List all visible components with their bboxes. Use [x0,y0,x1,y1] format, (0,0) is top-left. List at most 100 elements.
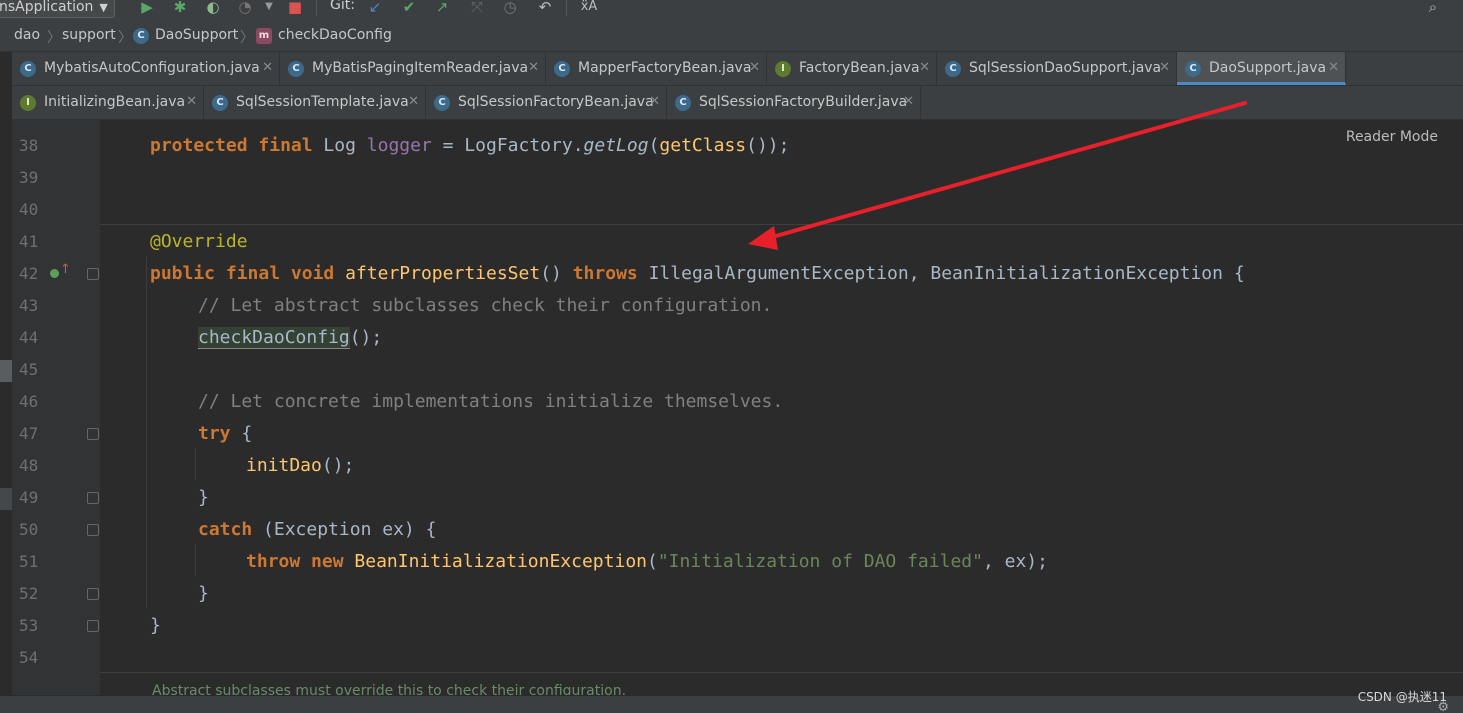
tab-mybatisautoconfiguration[interactable]: C MybatisAutoConfiguration.java ✕ [12,52,280,85]
run-configuration-dropdown[interactable]: nsApplication ▼ [0,0,115,18]
tab-label: MapperFactoryBean.java [578,60,752,76]
breadcrumb: dao 〉 support 〉 C DaoSupport 〉 m checkDa… [0,18,1463,52]
close-icon[interactable]: ✕ [262,60,273,75]
javadoc-hint: Abstract subclasses must override this t… [152,683,627,695]
line-number: 40 [19,200,39,219]
tab-sqlsessionfactorybuilder[interactable]: C SqlSessionFactoryBuilder.java ✕ [667,86,921,119]
fold-toggle[interactable] [87,524,99,536]
method-name: getClass [659,135,747,156]
class-icon: C [20,61,36,77]
constructor-name: BeanInitializationException [354,551,647,572]
chevron-right-icon: 〉 [47,30,61,46]
close-icon[interactable]: ✕ [1328,60,1339,75]
fold-toggle[interactable] [87,268,99,280]
tab-mybatispagingitemreader[interactable]: C MyBatisPagingItemReader.java ✕ [280,52,546,85]
implements-method-icon[interactable] [50,269,59,278]
close-icon[interactable]: ✕ [186,94,197,109]
git-commit-icon[interactable]: ✔ [399,0,419,16]
scroll-marker [0,488,12,510]
class-icon: C [1185,61,1201,77]
history-icon[interactable]: ◷ [500,0,520,16]
fold-toggle[interactable] [87,492,99,504]
type-name: BeanInitializationException [930,263,1223,284]
chevron-down-icon[interactable]: ▼ [259,0,279,16]
line-number: 54 [19,648,39,667]
profile-icon[interactable]: ◔ [235,0,255,16]
rollback-icon[interactable]: ↶ [535,0,555,16]
editor-tabs-row-1: C MybatisAutoConfiguration.java ✕ C MyBa… [12,52,1463,86]
editor-gutter: 38 39 40 41 42 43 44 45 46 47 48 49 50 5… [0,120,100,695]
override-arrow-icon[interactable]: ↑ [60,262,71,277]
tab-sqlsessionfactorybean[interactable]: C SqlSessionFactoryBean.java ✕ [426,86,667,119]
punctuation: () [540,263,562,284]
punctuation: , [908,263,931,284]
class-icon: C [434,95,450,111]
field-name: logger [366,135,432,156]
close-icon[interactable]: ✕ [903,94,914,109]
watermark: CSDN @执迷11 [1357,690,1447,704]
breadcrumb-item-daosupport[interactable]: DaoSupport [155,27,238,43]
close-icon[interactable]: ✕ [749,60,760,75]
close-icon[interactable]: ✕ [649,94,660,109]
fold-toggle[interactable] [87,588,99,600]
tab-mapperfactorybean[interactable]: C MapperFactoryBean.java ✕ [546,52,767,85]
close-icon[interactable]: ✕ [1159,60,1170,75]
run-icon[interactable]: ▶ [137,0,157,16]
git-merge-icon[interactable]: ⤧ [467,0,487,16]
code-line-48: initDao(); [246,454,354,478]
method-call-highlighted[interactable]: checkDaoConfig [198,327,350,349]
code-line-42: public final void afterPropertiesSet() t… [150,262,1245,286]
line-number: 38 [19,136,39,155]
breadcrumb-item-support[interactable]: support [62,27,116,43]
line-number: 42 [19,264,39,283]
close-icon[interactable]: ✕ [528,60,539,75]
class-icon: C [133,28,149,44]
code-line-49: } [198,486,209,510]
toolbar-separator [566,0,567,16]
class-icon: C [212,95,228,111]
keyword: protected [150,135,248,156]
code-editor[interactable]: Reader Mode protected final Log logger =… [100,120,1463,695]
method-separator [100,224,1463,225]
tab-label: SqlSessionDaoSupport.java [969,60,1162,76]
fold-toggle[interactable] [87,620,99,632]
tab-initializingbean[interactable]: I InitializingBean.java ✕ [12,86,204,119]
line-number: 41 [19,232,39,251]
line-number: 43 [19,296,39,315]
tab-sqlsessiontemplate[interactable]: C SqlSessionTemplate.java ✕ [204,86,426,119]
git-push-icon[interactable]: ↗ [432,0,452,16]
line-number: 45 [19,360,39,379]
translate-icon[interactable]: ẍA [579,0,599,16]
punctuation: { [230,423,253,444]
tab-factorybean[interactable]: I FactoryBean.java ✕ [767,52,937,85]
method-name: afterPropertiesSet [345,263,541,284]
keyword: public [150,263,216,284]
git-label: Git: [330,0,355,13]
gear-icon[interactable]: ⚙ [1437,700,1449,713]
coverage-icon[interactable]: ◐ [203,0,223,16]
line-number: 52 [19,584,39,603]
close-icon[interactable]: ✕ [408,94,419,109]
git-update-icon[interactable]: ↙ [365,0,385,16]
interface-icon: I [20,95,36,111]
reader-mode-toggle[interactable]: Reader Mode [1346,129,1438,145]
stop-icon[interactable]: ■ [285,0,305,16]
breadcrumb-item-dao[interactable]: dao [14,27,40,43]
line-number: 44 [19,328,39,347]
punctuation: } [150,615,161,636]
string-literal: "Initialization of DAO failed" [657,551,983,572]
fold-toggle[interactable] [87,428,99,440]
search-icon[interactable]: ⌕ [1423,0,1443,16]
tab-label: SqlSessionFactoryBean.java [458,94,654,110]
debug-icon[interactable]: ✱ [170,0,190,16]
editor-tabs-row-2: I InitializingBean.java ✕ C SqlSessionTe… [12,86,1463,120]
tab-daosupport[interactable]: C DaoSupport.java ✕ [1177,52,1346,85]
tab-sqlsessiondaosupport[interactable]: C SqlSessionDaoSupport.java ✕ [937,52,1177,85]
breadcrumb-item-checkdaoconfig[interactable]: checkDaoConfig [278,27,392,43]
close-icon[interactable]: ✕ [919,60,930,75]
keyword: try [198,423,231,444]
toolbar-separator [316,0,317,16]
keyword: throw [246,551,301,572]
line-number: 53 [19,616,39,635]
method-icon: m [256,28,272,44]
